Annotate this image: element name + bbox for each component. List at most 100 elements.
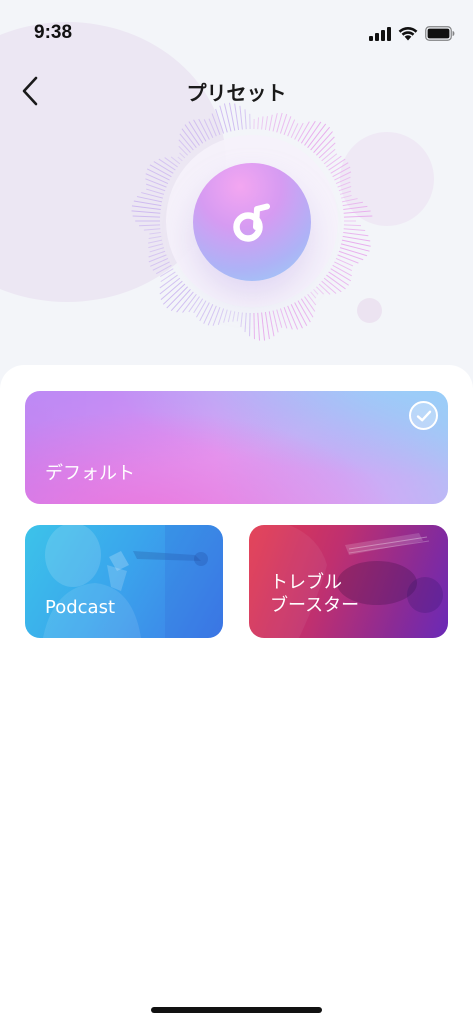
preset-label: トレブル ブースター [270, 572, 360, 616]
visualizer-bar [326, 155, 342, 168]
visualizer-bar [264, 311, 270, 340]
visualizer-bar [131, 205, 161, 210]
visualizer-bar [290, 304, 303, 329]
visualizer-bar [343, 224, 361, 227]
visualizer-bar [264, 116, 268, 131]
visualizer-bar [338, 186, 352, 192]
visualizer-bar [294, 122, 304, 140]
visualizer-bar [244, 312, 247, 333]
visualizer-bar [332, 166, 351, 178]
visualizer-bar [177, 156, 183, 162]
visualizer-bar [337, 254, 359, 264]
visualizer-bar [211, 113, 221, 135]
visualizer-bar [215, 108, 225, 134]
battery-icon [425, 26, 455, 41]
visualizer-bar [203, 304, 214, 324]
visualizer-bar [268, 114, 273, 131]
visualizer-bar [207, 305, 217, 326]
visualizer-bar [188, 296, 200, 313]
music-note-icon [233, 203, 270, 242]
visualizer-bar [276, 309, 283, 328]
visualizer-bar [152, 261, 170, 271]
visualizer-bar [143, 228, 161, 231]
preset-sheet: デフォルト Podcast トレブル ブースター [0, 365, 473, 1024]
visualizer-bar [340, 194, 352, 199]
visualizer-bar [223, 309, 228, 323]
visualizer-bar [240, 312, 243, 328]
visualizer-bar [334, 261, 353, 271]
visualizer-bar [178, 139, 191, 153]
visualizer-bar [283, 307, 293, 330]
preset-label: Podcast [45, 597, 116, 618]
checkmark-icon [416, 410, 431, 421]
visualizer-bar [310, 291, 317, 299]
visualizer-bar [268, 311, 275, 337]
visualizer-bar [343, 232, 369, 237]
visualizer-bar [198, 118, 210, 140]
visualizer-bar [196, 300, 207, 318]
visualizer-bar [339, 247, 368, 257]
visualizer-bar [338, 250, 364, 261]
visualizer-bar [160, 271, 176, 283]
visualizer-bar [179, 152, 186, 159]
visualizer-bar [131, 210, 161, 214]
visualizer-bar [272, 113, 278, 132]
visualizer-bar [239, 105, 243, 130]
visualizer-bar [313, 289, 319, 295]
visualizer-bar [147, 239, 163, 244]
visualizer-bar [323, 153, 338, 165]
visualizer-bar [234, 103, 240, 131]
visualizer-bar [166, 286, 188, 309]
preset-card-default[interactable]: デフォルト [25, 391, 448, 504]
visualizer-bar [330, 162, 349, 174]
visualizer-bar [199, 302, 210, 322]
visualizer-bar [132, 215, 161, 218]
visualizer-bar [150, 257, 169, 267]
visualizer-bar [148, 243, 164, 249]
visualizer-bar [272, 310, 279, 333]
status-time: 9:38 [34, 22, 73, 43]
visualizer-bar [297, 121, 310, 142]
visualizer-bar [261, 312, 266, 341]
visualizer-bar [227, 310, 232, 323]
visualizer-bar [341, 198, 358, 203]
visualizer-bar [332, 264, 352, 277]
visualizer-bar [164, 157, 178, 168]
home-indicator [151, 1007, 322, 1013]
visualizer-bar [146, 168, 170, 181]
app-logo [193, 163, 311, 281]
cellular-signal-icon [369, 26, 391, 41]
visualizer-bar [133, 200, 162, 207]
visualizer-bar [149, 247, 165, 253]
visualizer-bar [328, 158, 346, 171]
status-icons [369, 26, 455, 41]
visualizer-bar [343, 205, 368, 210]
visualizer-bar [321, 148, 336, 162]
visualizer-bar [300, 298, 314, 318]
visualizer-bar [321, 280, 337, 294]
visualizer-bar [193, 298, 204, 314]
visualizer-bar [232, 311, 236, 322]
visualizer-bar [304, 296, 316, 312]
visualizer-bar [339, 190, 352, 195]
preset-card-podcast[interactable]: Podcast [25, 525, 223, 638]
visualizer-bar [148, 235, 162, 239]
preset-label: デフォルト [45, 463, 135, 484]
visualizer-bar [261, 116, 264, 130]
preset-card-treble-booster[interactable]: トレブル ブースター [249, 525, 448, 638]
status-bar: 9:38 [0, 0, 473, 68]
visualizer-bar [253, 312, 255, 340]
visualizer-bar [153, 161, 174, 174]
visualizer-bar [337, 181, 351, 188]
visualizer-bar [334, 171, 352, 181]
wifi-icon [398, 26, 418, 41]
selected-badge [409, 401, 438, 430]
visualizer-bar [149, 232, 161, 235]
visualizer-bar [342, 235, 371, 242]
page-title: プリセット [186, 81, 287, 105]
visualizer-bar [343, 228, 366, 232]
visualizer-bar [318, 283, 331, 295]
visualizer-bar [203, 119, 214, 138]
visualizer-bar [343, 215, 373, 218]
visualizer-bar [343, 210, 371, 214]
